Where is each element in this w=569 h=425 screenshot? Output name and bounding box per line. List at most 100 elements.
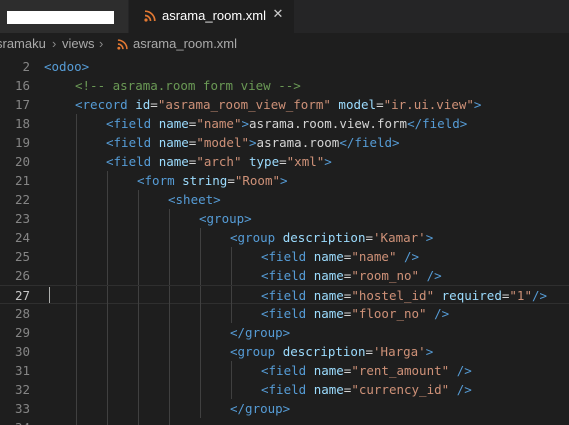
code-line[interactable]: 27 <field name="hostel_id" required="1"/> [0,285,569,305]
code-token: name [313,268,344,283]
code-token: "name" [196,116,242,131]
code-line[interactable]: 21 <form string="Room"> [0,171,569,190]
line-number: 18 [14,116,30,131]
code-line[interactable]: 32 <field name="currency_id" /> [0,380,569,399]
code-text: <field name="name">asrama.room.view.form… [106,114,467,133]
code-text: </group> [230,399,290,418]
code-token: <field [261,249,314,264]
code-token: description [282,230,366,245]
code-line[interactable]: 18 <field name="name">asrama.room.view.fo… [0,114,569,133]
code-text: <odoo> [44,57,89,76]
code-token: > [425,230,434,245]
code-text: <field name="name" /> [261,247,419,266]
indent-guide [76,399,77,418]
indent-guide [76,152,77,171]
code-token: "name" [351,249,397,264]
indent-guide [138,228,139,247]
code-token: type [241,154,280,169]
line-number: 30 [14,344,30,359]
code-token: <field [106,135,159,150]
indent-guide [200,228,201,247]
tab-inactive[interactable] [0,0,128,33]
code-line[interactable]: 19 <field name="model">asrama.room</field… [0,133,569,152]
code-line[interactable]: 17 <record id="asrama_room_view_form" mod… [0,95,569,114]
indent-guide [76,190,77,209]
close-icon[interactable]: ✕ [271,8,285,22]
code-token: </group> [230,325,291,340]
indent-guide [200,323,201,342]
code-line[interactable]: 28 <field name="floor_no" /> [0,304,569,323]
line-number: 25 [14,249,30,264]
code-line[interactable]: 26 <field name="room_no" /> [0,266,569,285]
code-text: <sheet> [168,190,221,209]
code-token: > [324,154,332,169]
code-token: <!-- asrama.room form view --> [75,78,301,93]
code-token: = [376,97,384,112]
code-line[interactable]: 34 [0,418,569,425]
code-token: <field [261,288,314,303]
code-token: name [158,116,189,131]
indent-guide [169,418,170,425]
code-token: = [365,230,374,245]
code-text: <field name="floor_no" /> [261,304,449,323]
code-token: <form [137,173,183,188]
code-token: /> [396,249,420,264]
code-line[interactable]: 33 </group> [0,399,569,418]
code-token: model [330,97,377,112]
code-line[interactable]: 2 <odoo> [0,57,569,76]
indent-guide [231,361,232,380]
code-editor[interactable]: 2 <odoo> 16 <!-- asrama.room form view --> 1… [0,57,569,425]
indent-guide [76,247,77,266]
indent-guide [107,380,108,399]
code-token: name [313,306,344,321]
code-line[interactable]: 16 <!-- asrama.room form view --> [0,76,569,95]
indent-guide [76,286,77,305]
code-text: <field name="rent_amount" /> [261,361,472,380]
indent-guide [200,247,201,266]
code-token: <field [261,382,314,397]
line-number: 34 [0,418,30,425]
code-line[interactable]: 20 <field name="arch" type="xml"> [0,152,569,171]
breadcrumb: sramaku › views › asrama_room.xml [0,33,569,55]
code-token: </field> [407,116,468,131]
code-line[interactable]: 31 <field name="rent_amount" /> [0,361,569,380]
indent-guide [169,228,170,247]
tab-asrama-room-xml[interactable]: asrama_room.xml ✕ [129,0,294,33]
code-text: </group> [230,323,290,342]
code-line[interactable]: 23 <group> [0,209,569,228]
code-text: <group> [199,209,252,228]
indent-guide [107,286,108,305]
indent-guide [169,361,170,380]
indent-guide [76,114,77,133]
indent-guide [76,171,77,190]
line-number: 20 [14,154,30,169]
code-token: > [473,97,482,112]
code-token: "1" [509,288,532,303]
indent-guide [169,266,170,285]
code-line[interactable]: 25 <field name="name" /> [0,247,569,266]
code-text: <field name="model">asrama.room</field> [106,133,400,152]
line-number: 33 [14,401,30,416]
code-token: /> [426,306,450,321]
line-number: 29 [14,325,30,340]
code-line[interactable]: 24 <group description='Kamar'> [0,228,569,247]
breadcrumb-item-folder[interactable]: sramaku [0,36,46,51]
code-token: /> [449,363,472,378]
breadcrumb-item-views[interactable]: views [62,36,95,51]
code-token: <field [261,306,314,321]
line-number: 28 [14,306,30,321]
code-token: "model" [196,135,250,150]
indent-guide [138,190,139,209]
indent-guide [138,247,139,266]
code-line[interactable]: 22 <sheet> [0,190,569,209]
indent-guide [76,380,77,399]
rss-icon [144,10,156,22]
indent-guide [169,380,170,399]
indent-guide [107,190,108,209]
code-line[interactable]: 29 </group> [0,323,569,342]
code-line[interactable]: 30 <group description='Harga'> [0,342,569,361]
breadcrumb-item-file[interactable]: asrama_room.xml [133,36,237,51]
code-token: <field [261,268,314,283]
code-text: <group description='Harga'> [230,342,433,361]
code-token: > [249,135,257,150]
